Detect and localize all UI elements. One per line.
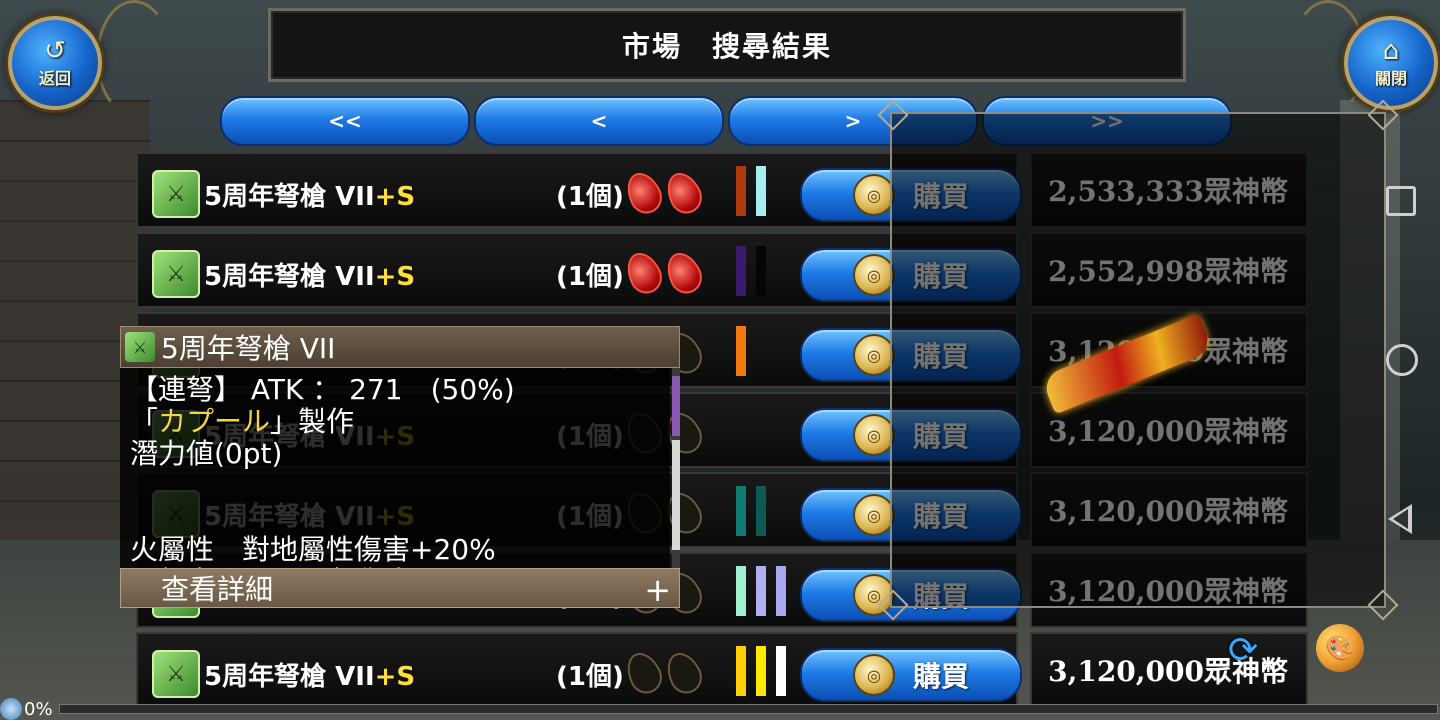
crossbow-icon[interactable]: ⚔: [152, 170, 200, 218]
back-label: 返回: [38, 69, 71, 88]
color-bar: [776, 566, 786, 616]
back-arrow-icon: ↺: [44, 36, 66, 66]
color-bar: [736, 166, 746, 216]
gem-slot-icon: [660, 647, 708, 699]
color-bar: [736, 486, 746, 536]
color-bar: [756, 566, 766, 616]
gem-slot-icon: [620, 647, 668, 699]
item-refine: +S: [374, 182, 416, 212]
prev-page-button[interactable]: <: [474, 96, 724, 146]
item-quantity: (1個): [556, 262, 624, 292]
maker-close: 」製作: [270, 405, 355, 438]
tooltip-title: 5周年弩槍 VII: [161, 332, 336, 365]
expand-plus-icon: +: [644, 571, 671, 609]
tooltip-scrollbar[interactable]: [672, 368, 680, 568]
item-refine: +S: [374, 662, 416, 692]
item-name-text: 5周年弩槍 VII: [204, 182, 375, 212]
back-button[interactable]: ↺ 返回: [8, 16, 102, 110]
item-name: 5周年弩槍 VII+S: [204, 256, 415, 293]
close-button[interactable]: ⌂ 關閉: [1344, 16, 1438, 110]
coin-icon: ◎: [852, 654, 895, 696]
color-bar: [736, 246, 746, 296]
first-page-button[interactable]: <<: [220, 96, 470, 146]
color-bar: [756, 646, 766, 696]
crossbow-icon: ⚔: [125, 332, 155, 362]
color-bars: [736, 166, 766, 216]
gem-slots: [620, 167, 708, 219]
view-details-button[interactable]: 查看詳細 +: [120, 568, 680, 609]
crossbow-icon[interactable]: ⚔: [152, 650, 200, 698]
tooltip-potential: 潛力値(0pt): [130, 437, 283, 470]
color-bar: [756, 166, 766, 216]
progress-bar: [58, 704, 1438, 714]
gem-slot-icon: [660, 247, 708, 299]
close-label: 關閉: [1374, 69, 1407, 88]
crossbow-icon[interactable]: ⚔: [152, 250, 200, 298]
item-quantity: (1個): [556, 182, 624, 212]
crossbow-preview-image: [1040, 313, 1214, 415]
item-quantity: (1個): [556, 662, 624, 692]
color-bars: [736, 566, 786, 616]
home-icon: ⌂: [1382, 36, 1400, 66]
buy-button[interactable]: ◎ 購買: [800, 648, 1022, 702]
page-title: 市場 搜尋結果: [621, 30, 832, 63]
view-details-label: 查看詳細: [161, 573, 274, 606]
gem-slots: [620, 247, 708, 299]
item-refine: +S: [374, 262, 416, 292]
ornament-left: [96, 0, 172, 116]
item-name-text: 5周年弩槍 VII: [204, 662, 375, 692]
gem-slot-icon: [660, 167, 708, 219]
item-tooltip: ⚔ 5周年弩槍 VII 【連弩】 ATK ： 271 (50%) 「カプール」製…: [120, 326, 680, 609]
listing-main-cell: ⚔ 5周年弩槍 VII+S (1個) ◎ 購買: [136, 632, 1022, 708]
back-nav-icon[interactable]: [1388, 504, 1412, 534]
gem-slots: [620, 647, 708, 699]
item-preview-panel: [877, 99, 1399, 621]
color-bars: [736, 646, 786, 696]
coin-icon: ◎: [852, 334, 895, 376]
buy-label: 購買: [912, 660, 969, 693]
tooltip-scroll-thumb[interactable]: [672, 376, 680, 436]
status-bar: 0%: [0, 698, 1440, 720]
coin-icon: ◎: [852, 254, 895, 296]
home-nav-icon[interactable]: [1386, 344, 1418, 376]
status-percent: 0%: [24, 698, 53, 720]
tooltip-crit-partial: 暴擊率+21 暴擊傷害+20: [130, 560, 472, 568]
color-bar: [756, 246, 766, 296]
status-orb-icon: [0, 698, 22, 720]
color-bar: [736, 646, 746, 696]
title-bar: 市場 搜尋結果: [268, 8, 1186, 82]
item-name-text: 5周年弩槍 VII: [204, 262, 375, 292]
color-bars: [736, 486, 766, 536]
gem-slot-icon: [620, 247, 668, 299]
listing-main-cell: ⚔ 5周年弩槍 VII+S (1個) ◎ 購買: [136, 232, 1022, 308]
coin-icon: ◎: [852, 174, 895, 216]
color-bar: [736, 326, 746, 376]
color-bar: [756, 486, 766, 536]
color-bar: [776, 646, 786, 696]
refresh-icon[interactable]: ⟳: [1228, 630, 1276, 671]
listing-main-cell: ⚔ 5周年弩槍 VII+S (1個) ◎ 購買: [136, 152, 1022, 228]
gem-slot-icon: [620, 167, 668, 219]
item-name: 5周年弩槍 VII+S: [204, 176, 415, 213]
tooltip-header: ⚔ 5周年弩槍 VII: [120, 326, 680, 368]
coin-icon: ◎: [852, 414, 895, 456]
item-name: 5周年弩槍 VII+S: [204, 656, 415, 693]
palette-icon[interactable]: 🎨: [1316, 624, 1364, 672]
price-value: 3,120,000: [1048, 655, 1204, 688]
color-bar: [736, 566, 746, 616]
coin-icon: ◎: [852, 494, 895, 536]
recent-apps-icon[interactable]: [1386, 186, 1416, 216]
listing-row: ⚔ 5周年弩槍 VII+S (1個) ◎ 購買 3,120,000眾神幣: [126, 632, 1308, 708]
color-bars: [736, 326, 746, 376]
color-bars: [736, 246, 766, 296]
tooltip-scroll-track: [672, 440, 680, 550]
tooltip-body: 【連弩】 ATK ： 271 (50%) 「カプール」製作 潛力値(0pt) 火…: [120, 368, 670, 568]
